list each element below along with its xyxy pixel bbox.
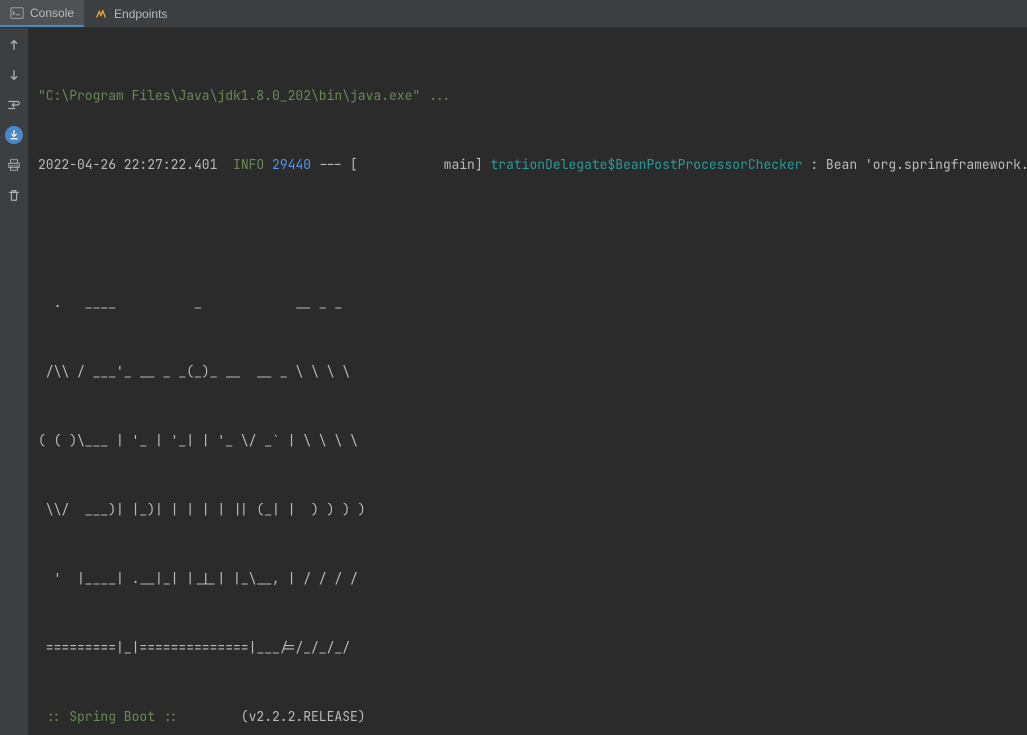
log-line: 2022-04-26 22:27:22.401 INFO 29440 --- […: [38, 153, 1027, 176]
banner-line: . ____ _ __ _ _: [38, 291, 1027, 314]
endpoints-icon: [94, 7, 108, 21]
cmd-line: "C:\Program Files\Java\jdk1.8.0_202\bin\…: [38, 84, 1027, 107]
clear-button[interactable]: [5, 186, 23, 204]
tab-console-label: Console: [30, 6, 74, 20]
tab-console[interactable]: Console: [0, 0, 84, 27]
banner-line: ( ( )\___ | '_ | '_| | '_ \/ _` | \ \ \ …: [38, 429, 1027, 452]
boot-version-line: :: Spring Boot :: (v2.2.2.RELEASE): [38, 705, 1027, 728]
banner-line: \\/ ___)| |_)| | | | | || (_| | ) ) ) ): [38, 498, 1027, 521]
toolbar-gutter: [0, 28, 28, 735]
scroll-up-button[interactable]: [5, 36, 23, 54]
print-button[interactable]: [5, 156, 23, 174]
scroll-down-button[interactable]: [5, 66, 23, 84]
banner-line: /\\ / ___'_ __ _ _(_)_ __ __ _ \ \ \ \: [38, 360, 1027, 383]
terminal-icon: [10, 6, 24, 20]
banner-line: =========|_|==============|___/=/_/_/_/: [38, 636, 1027, 659]
blank-line: [38, 222, 1027, 245]
tab-endpoints-label: Endpoints: [114, 7, 167, 21]
banner-line: ' |____| .__|_| |_|_| |_\__, | / / / /: [38, 567, 1027, 590]
tab-endpoints[interactable]: Endpoints: [84, 0, 177, 27]
tabs-bar: Console Endpoints: [0, 0, 1027, 28]
scroll-to-end-button[interactable]: [5, 126, 23, 144]
console-output[interactable]: "C:\Program Files\Java\jdk1.8.0_202\bin\…: [28, 28, 1027, 735]
soft-wrap-button[interactable]: [5, 96, 23, 114]
